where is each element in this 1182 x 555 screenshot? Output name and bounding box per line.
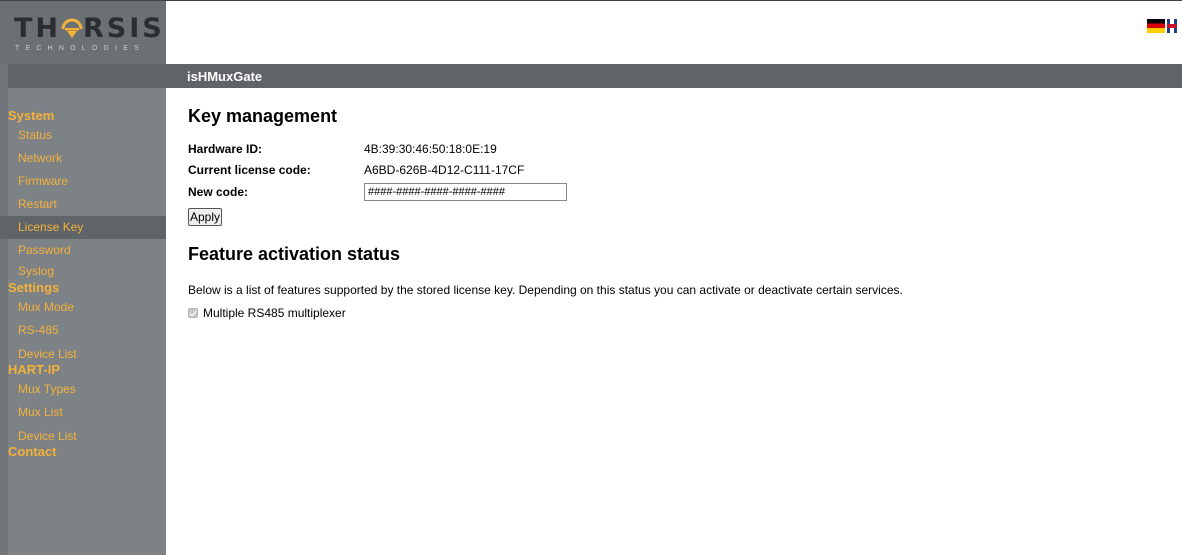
- apply-button[interactable]: Apply: [188, 208, 223, 226]
- sidebar-item-syslog[interactable]: Syslog: [0, 262, 166, 280]
- feature-label: Multiple RS485 multiplexer: [203, 306, 346, 320]
- sidebar-item-mux-types[interactable]: Mux Types: [0, 378, 166, 401]
- app-title: isHMuxGate: [187, 69, 263, 84]
- sidebar-item-status[interactable]: Status: [0, 124, 166, 147]
- logo-tagline: TECHNOLOGIES: [15, 45, 146, 52]
- feature-item: Multiple RS485 multiplexer: [188, 306, 346, 320]
- sidebar-item-rs485[interactable]: RS-485: [0, 319, 166, 342]
- sidebar-item-settings-device-list[interactable]: Device List: [0, 342, 166, 362]
- logo-wordmark: TH RSIS: [14, 13, 165, 44]
- current-license-value: A6BD-626B-4D12-C111-17CF: [364, 163, 525, 177]
- new-code-label: New code:: [188, 185, 249, 199]
- current-license-label: Current license code:: [188, 163, 311, 177]
- sidebar-item-restart[interactable]: Restart: [0, 193, 166, 216]
- feature-checkbox[interactable]: [188, 308, 198, 318]
- nav-section-contact[interactable]: Contact: [0, 444, 166, 460]
- sidebar-item-hartip-device-list[interactable]: Device List: [0, 424, 166, 444]
- sidebar-item-password[interactable]: Password: [0, 239, 166, 262]
- logo[interactable]: TH RSIS TECHNOLOGIES: [0, 0, 166, 64]
- sidebar-item-mux-mode[interactable]: Mux Mode: [0, 296, 166, 319]
- new-code-input[interactable]: [364, 183, 567, 201]
- sidebar-nav: System Status Network Firmware Restart L…: [0, 108, 166, 460]
- feature-status-title: Feature activation status: [188, 244, 401, 264]
- nav-section-settings[interactable]: Settings: [0, 280, 166, 296]
- feature-status-description: Below is a list of features supported by…: [188, 283, 903, 297]
- key-management-title: Key management: [188, 106, 338, 126]
- nav-section-system[interactable]: System: [0, 108, 166, 124]
- hardware-id-value: 4B:39:30:46:50:18:0E:19: [364, 142, 497, 156]
- gb-flag-icon[interactable]: [1167, 19, 1177, 33]
- language-selector: [1147, 19, 1177, 33]
- de-flag-icon[interactable]: [1147, 19, 1165, 33]
- header-bar: isHMuxGate: [0, 64, 1182, 88]
- sidebar-item-firmware[interactable]: Firmware: [0, 170, 166, 193]
- hardware-id-label: Hardware ID:: [188, 142, 263, 156]
- sidebar-item-mux-list[interactable]: Mux List: [0, 401, 166, 424]
- sidebar-item-license-key[interactable]: License Key: [0, 216, 166, 239]
- logo-o-icon: [61, 18, 83, 38]
- top-border: [166, 0, 1182, 1]
- nav-section-hartip[interactable]: HART-IP: [0, 362, 166, 378]
- sidebar-item-network[interactable]: Network: [0, 147, 166, 170]
